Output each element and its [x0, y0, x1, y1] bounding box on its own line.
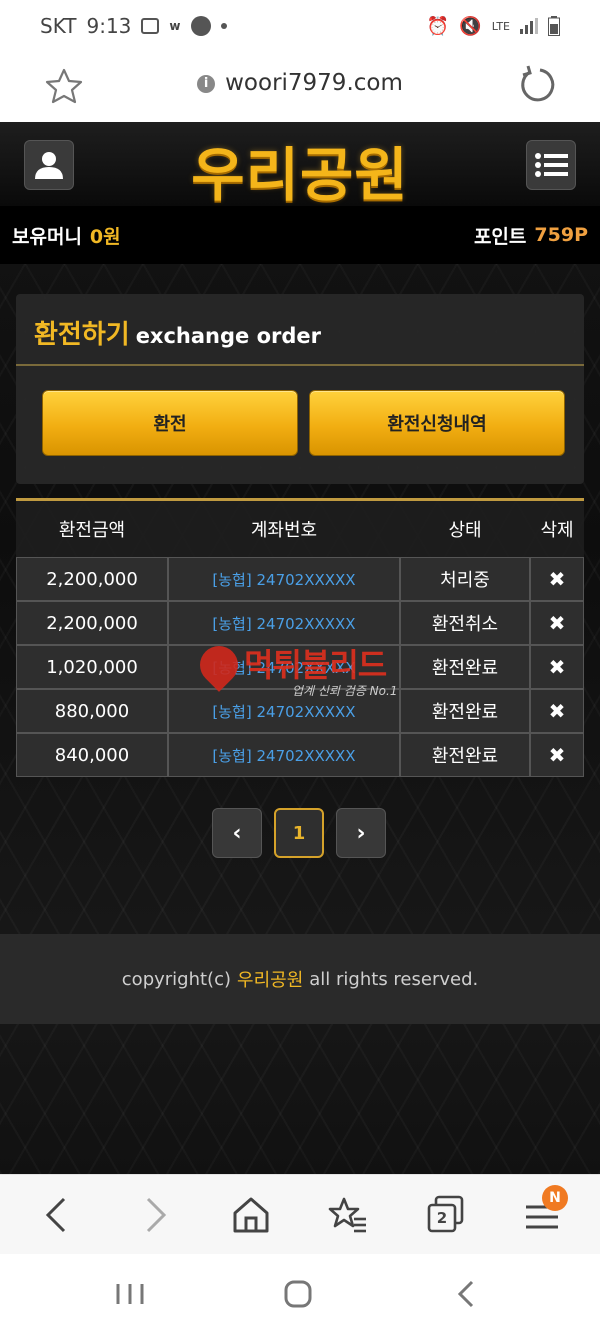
- money-label: 보유머니: [12, 225, 82, 248]
- more-notifications-icon: [220, 23, 227, 29]
- status-cell: 환전완료: [400, 733, 530, 777]
- amount-cell: 2,200,000: [16, 601, 168, 645]
- header-amount: 환전금액: [58, 520, 126, 541]
- battery-icon: [548, 16, 560, 36]
- bookmarks-icon[interactable]: [326, 1193, 370, 1237]
- exchange-button[interactable]: 환전: [42, 390, 298, 456]
- site-content: 우리공원 보유머니 0원 포인트 759P 환전하기 exchange order…: [0, 122, 600, 1174]
- browser-url-bar: i woori7979.com: [0, 52, 600, 122]
- next-page-button[interactable]: ›: [336, 808, 386, 858]
- back-nav-icon[interactable]: [446, 1276, 486, 1312]
- exchange-history-button[interactable]: 환전신청내역: [309, 390, 565, 456]
- back-icon[interactable]: [36, 1193, 80, 1237]
- header-status: 상태: [448, 520, 482, 541]
- prev-page-button[interactable]: ‹: [212, 808, 262, 858]
- exchange-panel: 환전하기 exchange order 환전 환전신청내역: [16, 294, 584, 484]
- balance-bar: 보유머니 0원 포인트 759P: [0, 206, 600, 264]
- panel-title-ko: 환전하기: [34, 320, 130, 350]
- delete-icon[interactable]: ✖: [530, 557, 584, 601]
- account-cell: [농협] 24702XXXXX: [168, 557, 400, 601]
- wifi-calling-icon: ᴡ: [169, 19, 181, 33]
- tabs-button[interactable]: 2: [424, 1193, 468, 1237]
- panel-title-en: exchange order: [135, 324, 321, 348]
- divider: [16, 364, 584, 366]
- delete-icon[interactable]: ✖: [530, 645, 584, 689]
- amount-cell: 1,020,000: [16, 645, 168, 689]
- image-icon: [141, 18, 160, 34]
- signal-icon: [520, 18, 538, 34]
- mute-icon: 🔇: [459, 15, 482, 37]
- status-bar: SKT 9:13 ᴡ ⏰ 🔇 LTE: [0, 0, 600, 52]
- watermark-logo: 먹튀블리드 업계 신뢰 검증 No.1: [192, 638, 410, 700]
- url-text: woori7979.com: [225, 70, 403, 96]
- forward-icon[interactable]: [132, 1193, 176, 1237]
- copyright-suffix: all rights reserved.: [309, 968, 479, 990]
- menu-button[interactable]: [526, 140, 576, 190]
- list-menu-icon: [535, 153, 568, 177]
- status-cell: 환전취소: [400, 601, 530, 645]
- table-header: 환전금액 계좌번호 상태 삭제: [16, 501, 584, 557]
- network-type: LTE: [491, 19, 510, 33]
- table-row: 2,200,000 [농협] 24702XXXXX 처리중 ✖: [16, 557, 584, 601]
- panel-title: 환전하기 exchange order: [34, 314, 321, 351]
- table-row: 2,200,000 [농협] 24702XXXXX 환전취소 ✖: [16, 601, 584, 645]
- reload-icon[interactable]: [518, 64, 558, 104]
- account-cell: [농협] 24702XXXXX: [168, 733, 400, 777]
- copyright-brand: 우리공원: [237, 970, 304, 991]
- android-nav-bar: [0, 1254, 600, 1333]
- header-account: 계좌번호: [250, 520, 318, 541]
- delete-icon[interactable]: ✖: [530, 601, 584, 645]
- site-footer: copyright(c) 우리공원 all rights reserved.: [0, 934, 600, 1024]
- delete-icon[interactable]: ✖: [530, 733, 584, 777]
- url-field[interactable]: i woori7979.com: [0, 70, 600, 96]
- points-label: 포인트: [473, 225, 527, 248]
- points-value: 759P: [534, 224, 588, 246]
- home-nav-icon[interactable]: [278, 1276, 318, 1312]
- site-header: 우리공원: [0, 122, 600, 209]
- status-cell: 환전완료: [400, 645, 530, 689]
- site-logo[interactable]: 우리공원: [0, 128, 600, 212]
- pagination: ‹ 1 ›: [212, 808, 386, 858]
- browser-toolbar: 2 N: [0, 1174, 600, 1254]
- status-cell: 처리중: [400, 557, 530, 601]
- blood-drop-icon: [192, 638, 246, 692]
- exchange-table: 환전금액 계좌번호 상태 삭제 2,200,000 [농협] 24702XXXX…: [16, 498, 584, 777]
- recent-apps-icon[interactable]: [110, 1276, 150, 1312]
- page-1-button[interactable]: 1: [274, 808, 324, 858]
- amount-cell: 880,000: [16, 689, 168, 733]
- site-info-icon[interactable]: i: [197, 74, 216, 93]
- app-notification-icon: [190, 16, 211, 36]
- notification-badge: N: [542, 1185, 568, 1211]
- account-cell: [농협] 24702XXXXX: [168, 601, 400, 645]
- delete-icon[interactable]: ✖: [530, 689, 584, 733]
- tabs-count: 2: [436, 1209, 448, 1227]
- time: 9:13: [86, 14, 132, 38]
- carrier: SKT: [40, 14, 77, 38]
- table-row: 840,000 [농협] 24702XXXXX 환전완료 ✖: [16, 733, 584, 777]
- watermark-subtext: 업계 신뢰 검증 No.1: [292, 684, 398, 698]
- amount-cell: 2,200,000: [16, 557, 168, 601]
- status-cell: 환전완료: [400, 689, 530, 733]
- money-value: 0원: [89, 225, 121, 248]
- home-icon[interactable]: [229, 1193, 273, 1237]
- amount-cell: 840,000: [16, 733, 168, 777]
- watermark-text: 먹튀블리드: [244, 646, 387, 684]
- header-delete: 삭제: [540, 520, 574, 541]
- copyright-prefix: copyright(c): [121, 968, 232, 990]
- alarm-icon: ⏰: [426, 15, 450, 37]
